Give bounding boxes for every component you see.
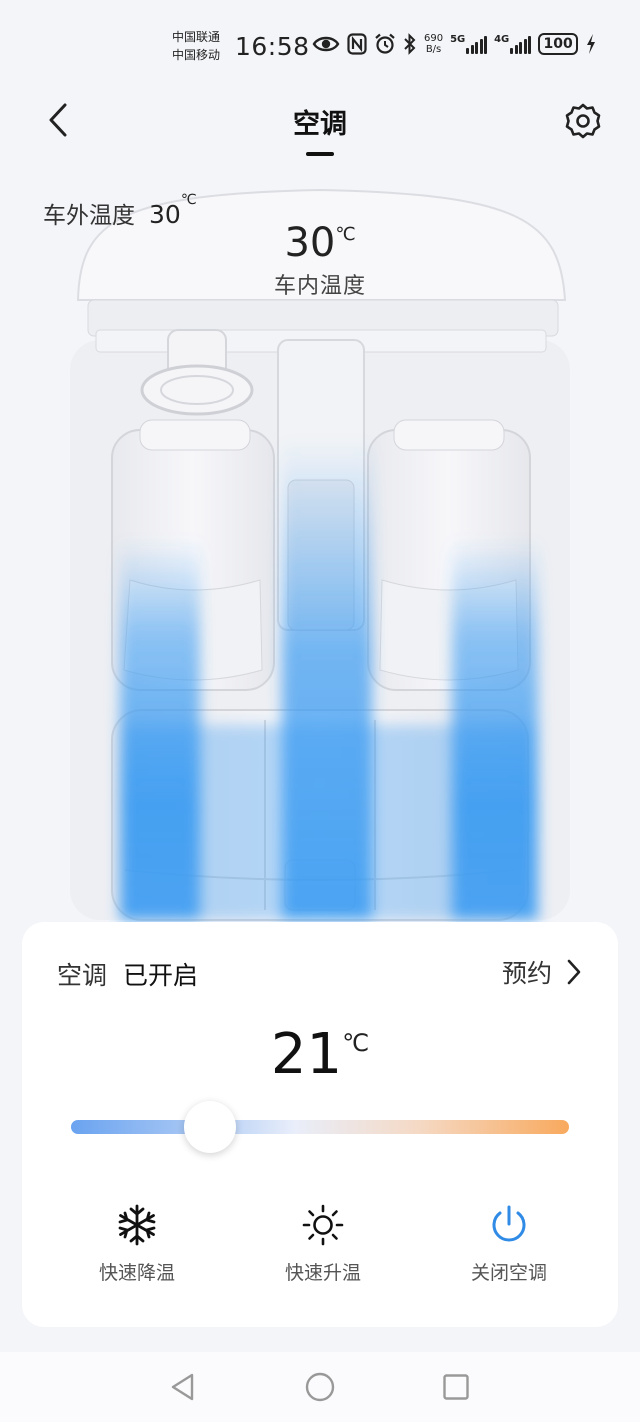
back-triangle-icon (171, 1373, 194, 1401)
battery-icon: 100 (538, 33, 579, 55)
eye-icon (312, 34, 340, 54)
signal-icon: 5G (450, 34, 488, 54)
inside-temperature: 30℃ 车内温度 (0, 220, 640, 300)
inside-temp-unit: ℃ (335, 224, 356, 245)
quick-heat-button[interactable]: 快速升温 (230, 1200, 416, 1285)
bluetooth-icon (403, 33, 417, 55)
schedule-button[interactable]: 预约 (502, 954, 582, 990)
charging-icon (585, 33, 597, 55)
target-temperature: 21℃ (22, 1022, 618, 1087)
title-indicator (306, 152, 334, 156)
target-temp-value: 21 (270, 1022, 343, 1087)
car-visualization: 车外温度 30℃ 30℃ 车内温度 (0, 180, 640, 940)
recents-square-icon (443, 1374, 469, 1400)
signal-icon: 4G (494, 34, 532, 54)
gear-icon (565, 103, 601, 139)
page-title: 空调 (293, 109, 347, 140)
battery-level: 100 (543, 36, 573, 52)
carrier-2: 中国移动 (172, 48, 221, 62)
net-speed-unit: B/s (425, 44, 442, 55)
ac-state: 已开启 (123, 961, 199, 990)
nav-back-button[interactable] (166, 1370, 200, 1404)
inside-temp-label: 车内温度 (273, 274, 366, 299)
net-speed: 690 B/s (424, 33, 443, 55)
net-speed-value: 690 (424, 33, 444, 44)
app-header: 空调 (0, 90, 640, 170)
signal-2-tag: 4G (494, 34, 510, 45)
quick-heat-label: 快速升温 (284, 1262, 361, 1284)
alarm-icon (374, 33, 396, 55)
system-nav-bar (0, 1352, 640, 1422)
temperature-slider[interactable] (71, 1101, 569, 1153)
quick-cool-label: 快速降温 (98, 1262, 175, 1284)
settings-button[interactable] (560, 98, 606, 144)
snowflake-icon (118, 1204, 156, 1246)
chevron-right-icon (567, 959, 581, 985)
inside-temp-value: 30 (284, 220, 336, 266)
carrier-info: 中国联通 中国移动 (172, 28, 220, 64)
ac-status: 空调 已开启 (57, 956, 198, 992)
nav-home-button[interactable] (303, 1370, 337, 1404)
power-icon (492, 1205, 526, 1242)
sun-icon (302, 1204, 344, 1246)
quick-cool-button[interactable]: 快速降温 (44, 1200, 230, 1285)
ac-power-label: 关闭空调 (470, 1262, 547, 1284)
ac-power-button[interactable]: 关闭空调 (416, 1200, 602, 1285)
ac-label: 空调 (57, 961, 108, 990)
ac-control-card: 空调 已开启 预约 21℃ 快速降温 快速升温 关闭空调 (22, 922, 618, 1327)
nav-recents-button[interactable] (439, 1370, 473, 1404)
status-bar: 中国联通 中国移动 16:58 690 B/s 5G 4G 100 (0, 0, 640, 80)
nfc-icon (347, 33, 367, 55)
home-circle-icon (305, 1372, 335, 1402)
outside-temp-unit: ℃ (180, 192, 197, 208)
signal-1-tag: 5G (450, 34, 466, 45)
quick-actions: 快速降温 快速升温 关闭空调 (22, 1200, 618, 1285)
target-temp-unit: ℃ (342, 1029, 370, 1057)
slider-thumb[interactable] (184, 1101, 237, 1153)
carrier-1: 中国联通 (172, 30, 221, 44)
clock: 16:58 (235, 32, 310, 61)
schedule-label: 预约 (501, 959, 552, 988)
